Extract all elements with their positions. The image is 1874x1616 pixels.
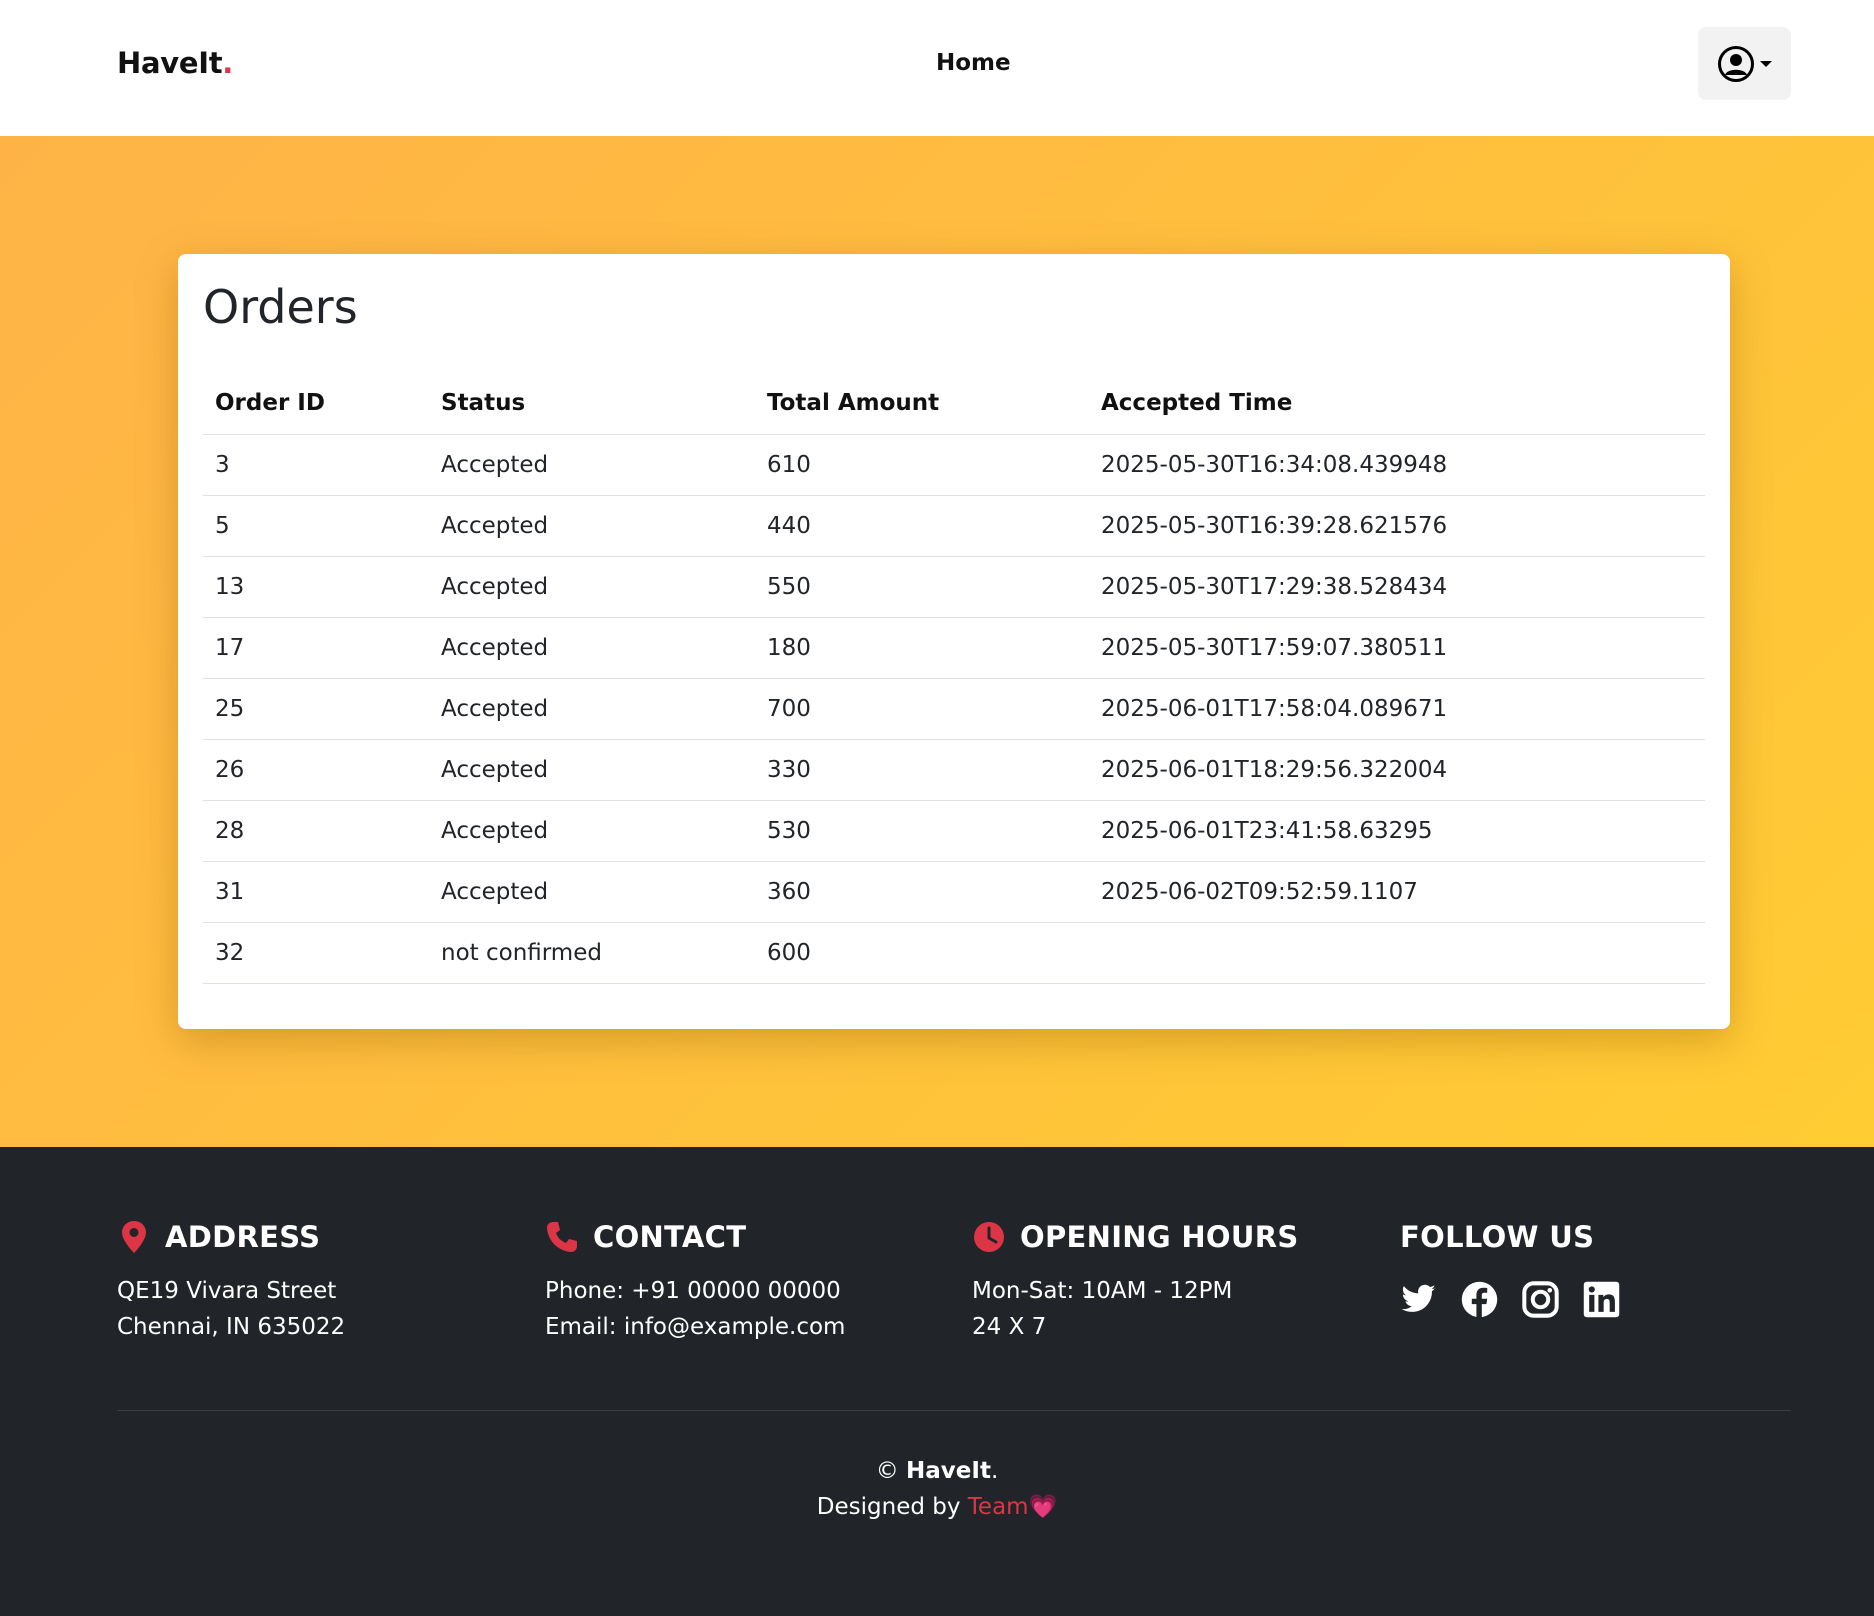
column-header: Status	[429, 372, 755, 435]
status-cell: Accepted	[429, 495, 755, 557]
designed-by-text: Designed by	[816, 1494, 961, 1520]
total-amount-cell: 550	[755, 556, 1089, 618]
total-amount-cell: 330	[755, 739, 1089, 801]
contact-phone[interactable]: Phone: +91 00000 00000	[545, 1273, 845, 1309]
footer-divider	[117, 1410, 1791, 1411]
table-row: 17 Accepted 180 2025-05-30T17:59:07.380511	[203, 617, 1705, 679]
contact-email[interactable]: Email: info@example.com	[545, 1309, 845, 1345]
order-id-cell: 13	[203, 556, 429, 618]
accepted-time-cell: 2025-05-30T17:59:07.380511	[1089, 617, 1705, 679]
facebook-icon[interactable]	[1461, 1281, 1498, 1318]
footer-contact: CONTACT Phone: +91 00000 00000 Email: in…	[545, 1217, 845, 1345]
user-menu-button[interactable]	[1698, 27, 1791, 100]
address-heading: ADDRESS	[165, 1220, 321, 1254]
footer-follow: FOLLOW US	[1400, 1217, 1620, 1318]
copyright: © HaveIt. Designed by Team💗	[0, 1453, 1874, 1525]
total-amount-cell: 440	[755, 495, 1089, 557]
hours-line: 24 X 7	[972, 1314, 1047, 1340]
instagram-icon[interactable]	[1522, 1281, 1559, 1318]
column-header: Total Amount	[755, 372, 1089, 435]
accepted-time-cell: 2025-05-30T16:34:08.439948	[1089, 434, 1705, 496]
order-id-cell: 28	[203, 800, 429, 862]
table-row: 25 Accepted 700 2025-06-01T17:58:04.089671	[203, 678, 1705, 740]
copyright-brand: HaveIt	[906, 1458, 991, 1484]
status-cell: Accepted	[429, 800, 755, 862]
status-cell: Accepted	[429, 678, 755, 740]
order-id-cell: 17	[203, 617, 429, 679]
table-row: 32 not confirmed 600	[203, 922, 1705, 984]
brand-logo[interactable]: HaveIt.	[117, 46, 233, 80]
nav-home-link[interactable]: Home	[936, 50, 1011, 76]
accepted-time-cell: 2025-06-01T17:58:04.089671	[1089, 678, 1705, 740]
table-row: 13 Accepted 550 2025-05-30T17:29:38.528434	[203, 556, 1705, 618]
user-circle-icon	[1717, 45, 1755, 83]
page-title: Orders	[203, 280, 358, 334]
phone-icon	[545, 1221, 579, 1253]
total-amount-cell: 360	[755, 861, 1089, 923]
status-cell: not confirmed	[429, 922, 755, 984]
twitter-icon[interactable]	[1400, 1281, 1437, 1318]
total-amount-cell: 180	[755, 617, 1089, 679]
total-amount-cell: 600	[755, 922, 1089, 984]
order-id-cell: 3	[203, 434, 429, 496]
table-row: 28 Accepted 530 2025-06-01T23:41:58.63295	[203, 800, 1705, 862]
table-header-row: Order ID Status Total Amount Accepted Ti…	[203, 372, 1705, 435]
table-row: 5 Accepted 440 2025-05-30T16:39:28.621576	[203, 495, 1705, 557]
copyright-dot: .	[990, 1458, 999, 1484]
total-amount-cell: 700	[755, 678, 1089, 740]
hero-section: Orders Order ID Status Total Amount Acce…	[0, 136, 1874, 1147]
accepted-time-cell: 2025-06-01T23:41:58.63295	[1089, 800, 1705, 862]
team-link[interactable]: Team	[968, 1494, 1029, 1520]
map-pin-icon	[117, 1221, 151, 1253]
column-header: Order ID	[203, 372, 429, 435]
accepted-time-cell: 2025-05-30T17:29:38.528434	[1089, 556, 1705, 618]
orders-card: Orders Order ID Status Total Amount Acce…	[178, 254, 1730, 1029]
brand-dot: .	[222, 46, 233, 80]
orders-table: Order ID Status Total Amount Accepted Ti…	[203, 372, 1705, 984]
status-cell: Accepted	[429, 434, 755, 496]
address-line: QE19 Vivara Street	[117, 1278, 337, 1304]
heart-icon: 💗	[1028, 1494, 1058, 1520]
status-cell: Accepted	[429, 556, 755, 618]
order-id-cell: 25	[203, 678, 429, 740]
navbar: HaveIt. Home	[0, 0, 1874, 136]
address-line: Chennai, IN 635022	[117, 1314, 346, 1340]
accepted-time-cell: 2025-06-02T09:52:59.1107	[1089, 861, 1705, 923]
hours-heading: OPENING HOURS	[1020, 1220, 1299, 1254]
status-cell: Accepted	[429, 617, 755, 679]
total-amount-cell: 530	[755, 800, 1089, 862]
hours-line: Mon-Sat: 10AM - 12PM	[972, 1278, 1233, 1304]
status-cell: Accepted	[429, 861, 755, 923]
copyright-symbol: ©	[875, 1458, 899, 1484]
accepted-time-cell	[1089, 922, 1705, 984]
order-id-cell: 31	[203, 861, 429, 923]
footer: ADDRESS QE19 Vivara Street Chennai, IN 6…	[0, 1147, 1874, 1616]
status-cell: Accepted	[429, 739, 755, 801]
contact-heading: CONTACT	[593, 1220, 747, 1254]
follow-heading: FOLLOW US	[1400, 1220, 1595, 1254]
accepted-time-cell: 2025-05-30T16:39:28.621576	[1089, 495, 1705, 557]
orders-table-body: 3 Accepted 610 2025-05-30T16:34:08.439948 5 A…	[203, 434, 1705, 984]
table-row: 3 Accepted 610 2025-05-30T16:34:08.439948	[203, 434, 1705, 496]
brand-name: HaveIt	[117, 46, 223, 80]
total-amount-cell: 610	[755, 434, 1089, 496]
table-row: 31 Accepted 360 2025-06-02T09:52:59.1107	[203, 861, 1705, 923]
footer-hours: OPENING HOURS Mon-Sat: 10AM - 12PM 24 X …	[972, 1217, 1299, 1345]
caret-down-icon	[1759, 59, 1773, 69]
order-id-cell: 32	[203, 922, 429, 984]
linkedin-icon[interactable]	[1583, 1281, 1620, 1318]
order-id-cell: 5	[203, 495, 429, 557]
accepted-time-cell: 2025-06-01T18:29:56.322004	[1089, 739, 1705, 801]
table-row: 26 Accepted 330 2025-06-01T18:29:56.322004	[203, 739, 1705, 801]
order-id-cell: 26	[203, 739, 429, 801]
column-header: Accepted Time	[1089, 372, 1705, 435]
clock-icon	[972, 1221, 1006, 1253]
footer-address: ADDRESS QE19 Vivara Street Chennai, IN 6…	[117, 1217, 345, 1345]
